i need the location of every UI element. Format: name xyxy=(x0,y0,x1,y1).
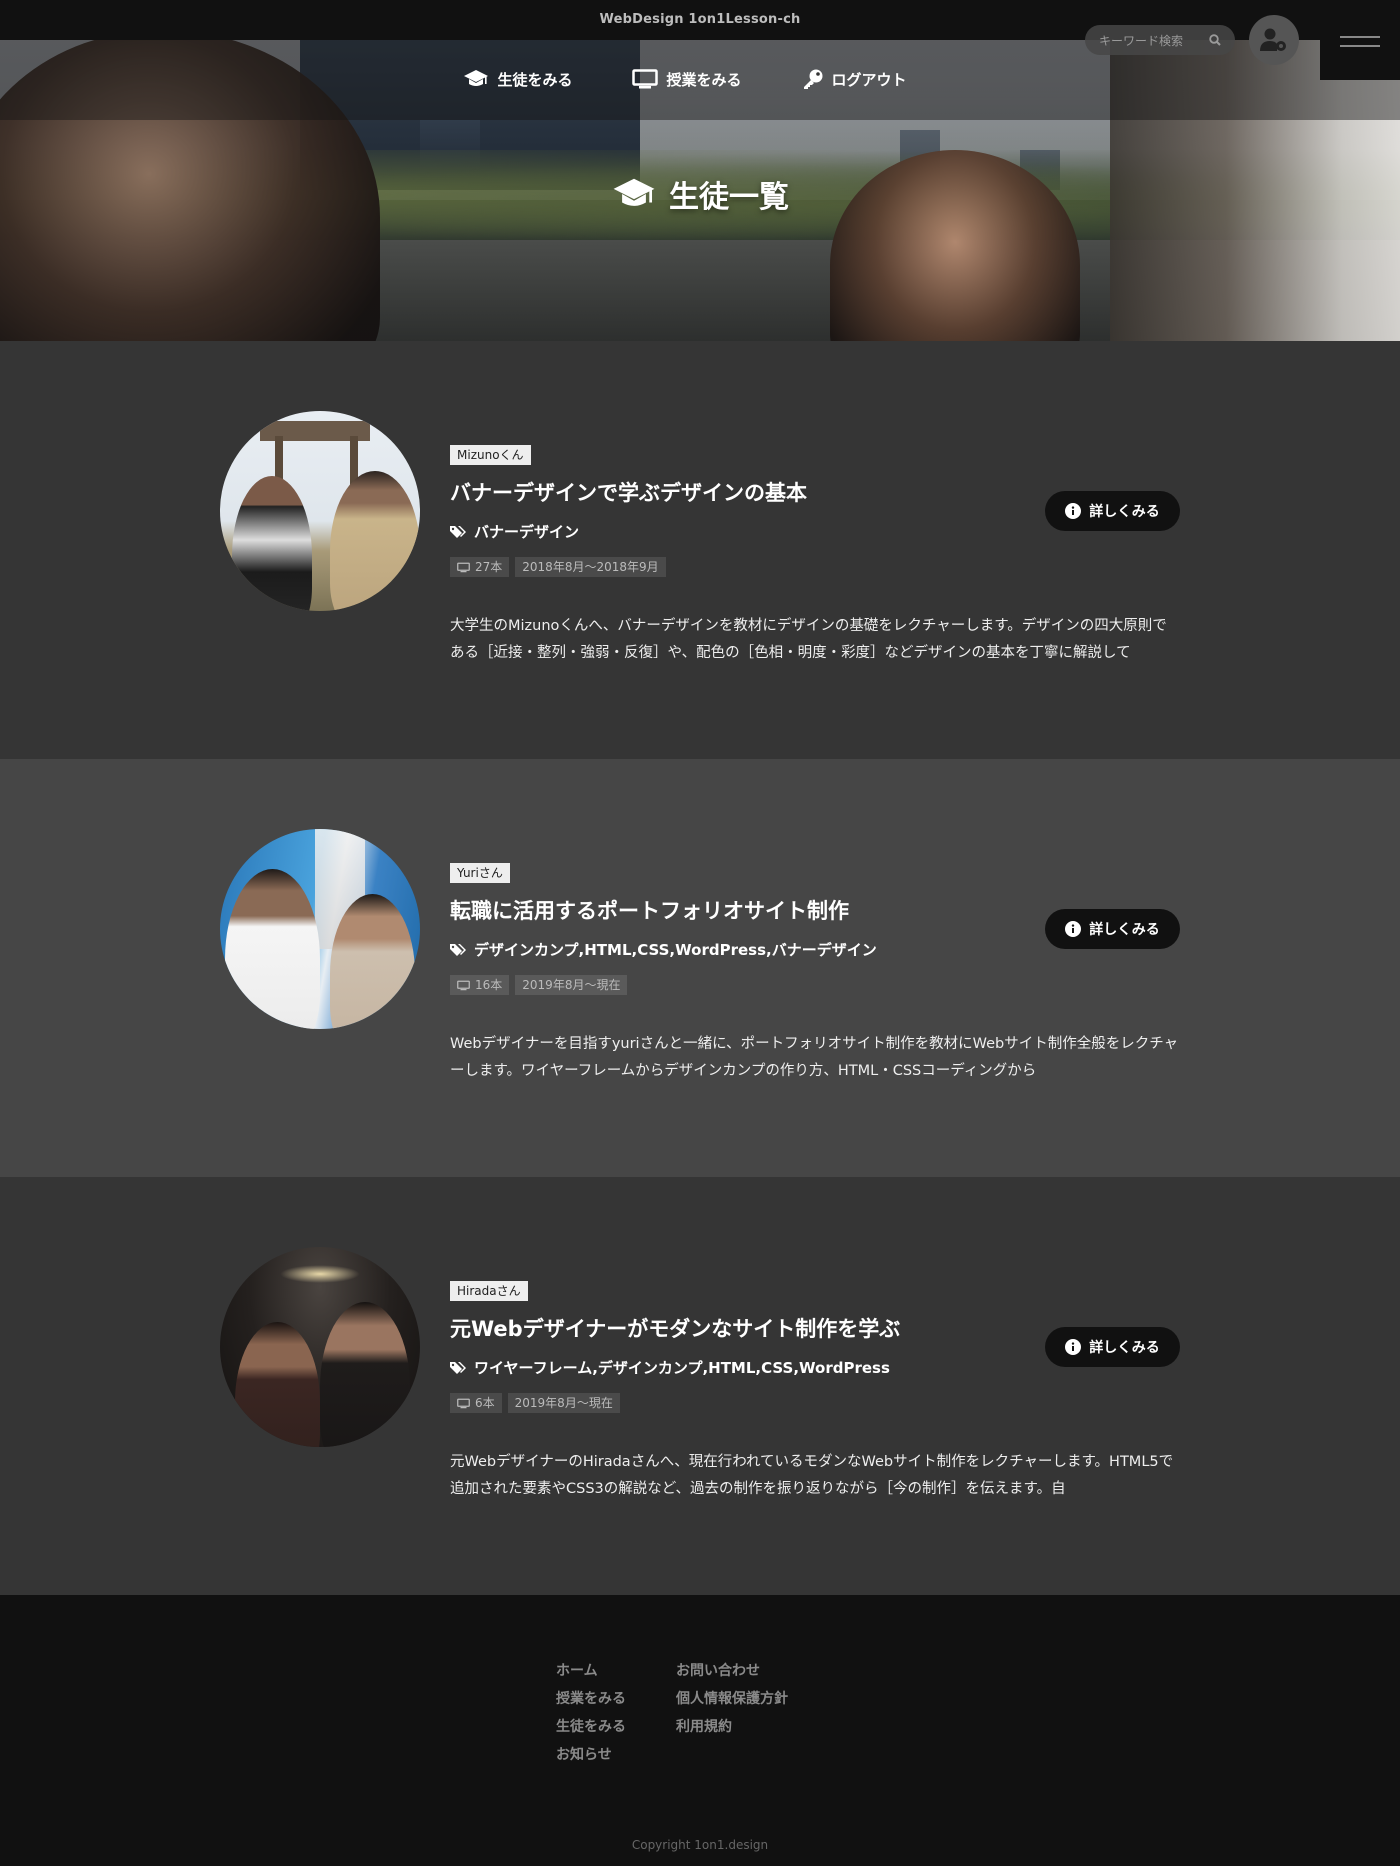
search-input[interactable]: キーワード検索 xyxy=(1099,32,1209,49)
monitor-icon xyxy=(457,980,470,990)
lesson-tags-text: デザインカンプ,HTML,CSS,WordPress,バナーデザイン xyxy=(474,941,877,959)
student-photo[interactable] xyxy=(220,411,420,611)
page-title: 生徒一覧 xyxy=(0,172,1400,216)
footer-link-terms[interactable]: 利用規約 xyxy=(676,1718,788,1736)
lesson-tags: デザインカンプ,HTML,CSS,WordPress,バナーデザイン xyxy=(450,939,877,960)
monitor-icon xyxy=(632,69,659,89)
graduation-cap-icon xyxy=(464,70,489,86)
lesson-tags-text: ワイヤーフレーム,デザインカンプ,HTML,CSS,WordPress xyxy=(474,1359,890,1377)
video-count: 6本 xyxy=(475,1396,495,1410)
nav-lessons-label: 授業をみる xyxy=(666,70,742,89)
info-icon xyxy=(1065,1339,1082,1355)
footer-link-news[interactable]: お知らせ xyxy=(556,1746,626,1764)
nav-logout-label: ログアウト xyxy=(831,70,907,89)
menu-button[interactable] xyxy=(1320,0,1400,80)
footer-link-home[interactable]: ホーム xyxy=(556,1662,626,1680)
video-count-chip: 6本 xyxy=(450,1393,502,1413)
footer-links-col1: ホーム 授業をみる 生徒をみる お知らせ xyxy=(556,1662,626,1764)
footer: ホーム 授業をみる 生徒をみる お知らせ お問い合わせ 個人情報保護方針 利用規… xyxy=(0,1595,1400,1866)
student-card: Hiradaさん 元Webデザイナーがモダンなサイト制作を学ぶ ワイヤーフレーム… xyxy=(0,1177,1400,1595)
hamburger-icon[interactable] xyxy=(1340,36,1380,38)
monitor-icon xyxy=(457,562,470,572)
video-count: 16本 xyxy=(475,978,503,992)
student-photo[interactable] xyxy=(220,829,420,1029)
footer-link-contact[interactable]: お問い合わせ xyxy=(676,1662,788,1680)
video-count-chip: 16本 xyxy=(450,975,510,995)
detail-button[interactable]: 詳しくみる xyxy=(1045,491,1180,531)
student-name-badge: Yuriさん xyxy=(450,863,510,883)
info-icon xyxy=(1065,503,1082,519)
copyright: Copyright 1on1.design xyxy=(631,1838,769,1852)
lesson-tags: バナーデザイン xyxy=(450,521,579,542)
lesson-tags: ワイヤーフレーム,デザインカンプ,HTML,CSS,WordPress xyxy=(450,1357,890,1378)
info-icon xyxy=(1065,921,1082,937)
nav-lessons[interactable]: 授業をみる xyxy=(632,68,742,90)
main-nav: 生徒をみる 授業をみる ログアウト xyxy=(0,68,1400,90)
nav-students-label: 生徒をみる xyxy=(497,70,573,89)
detail-button[interactable]: 詳しくみる xyxy=(1045,909,1180,949)
nav-students[interactable]: 生徒をみる xyxy=(463,68,572,90)
video-count-chip: 27本 xyxy=(450,557,510,577)
user-settings-button[interactable] xyxy=(1249,15,1299,65)
student-card: Yuriさん 転職に活用するポートフォリオサイト制作 デザインカンプ,HTML,… xyxy=(0,759,1400,1177)
graduation-cap-icon xyxy=(613,178,655,206)
period-chip: 2019年8月〜現在 xyxy=(507,1393,620,1413)
lesson-title[interactable]: 転職に活用するポートフォリオサイト制作 xyxy=(450,895,849,925)
tags-icon xyxy=(450,525,466,538)
lesson-description: Webデザイナーを目指すyuriさんと一緒に、ポートフォリオサイト制作を教材にW… xyxy=(450,1036,1179,1079)
tags-icon xyxy=(450,1361,466,1374)
lesson-meta: 6本 2019年8月〜現在 xyxy=(450,1393,620,1413)
student-name-badge: Mizunoくん xyxy=(450,445,531,465)
lesson-description: 大学生のMizunoくんへ、バナーデザインを教材にデザインの基礎をレクチャーしま… xyxy=(450,618,1167,661)
detail-button-label: 詳しくみる xyxy=(1089,922,1160,938)
user-gear-icon xyxy=(1260,28,1286,51)
lesson-tags-text: バナーデザイン xyxy=(474,523,580,541)
lesson-meta: 27本 2018年8月〜2018年9月 xyxy=(450,557,666,577)
period-chip: 2019年8月〜現在 xyxy=(515,975,628,995)
search-box[interactable]: キーワード検索 xyxy=(1085,25,1235,55)
detail-button[interactable]: 詳しくみる xyxy=(1045,1327,1180,1367)
footer-link-lessons[interactable]: 授業をみる xyxy=(556,1690,626,1708)
period-chip: 2018年8月〜2018年9月 xyxy=(515,557,666,577)
detail-button-label: 詳しくみる xyxy=(1089,504,1160,520)
footer-links-col2: お問い合わせ 個人情報保護方針 利用規約 xyxy=(676,1662,788,1736)
student-card: Mizunoくん バナーデザインで学ぶデザインの基本 バナーデザイン 27本 2… xyxy=(0,341,1400,759)
video-count: 27本 xyxy=(475,560,503,574)
monitor-icon xyxy=(457,1398,470,1408)
detail-button-label: 詳しくみる xyxy=(1089,1340,1160,1356)
nav-logout[interactable]: ログアウト xyxy=(802,68,907,90)
footer-link-students[interactable]: 生徒をみる xyxy=(556,1718,626,1736)
student-name-badge: Hiradaさん xyxy=(450,1281,528,1301)
search-icon[interactable] xyxy=(1209,34,1221,46)
footer-link-privacy[interactable]: 個人情報保護方針 xyxy=(676,1690,788,1708)
page-title-text: 生徒一覧 xyxy=(669,180,789,215)
tags-icon xyxy=(450,943,466,956)
lesson-title[interactable]: 元Webデザイナーがモダンなサイト制作を学ぶ xyxy=(450,1313,900,1343)
hamburger-icon[interactable] xyxy=(1340,45,1380,47)
key-icon xyxy=(803,69,822,89)
lesson-title[interactable]: バナーデザインで学ぶデザインの基本 xyxy=(450,477,807,507)
lesson-meta: 16本 2019年8月〜現在 xyxy=(450,975,628,995)
student-photo[interactable] xyxy=(220,1247,420,1447)
lesson-description: 元WebデザイナーのHiradaさんへ、現在行われているモダンなWebサイト制作… xyxy=(450,1454,1174,1497)
